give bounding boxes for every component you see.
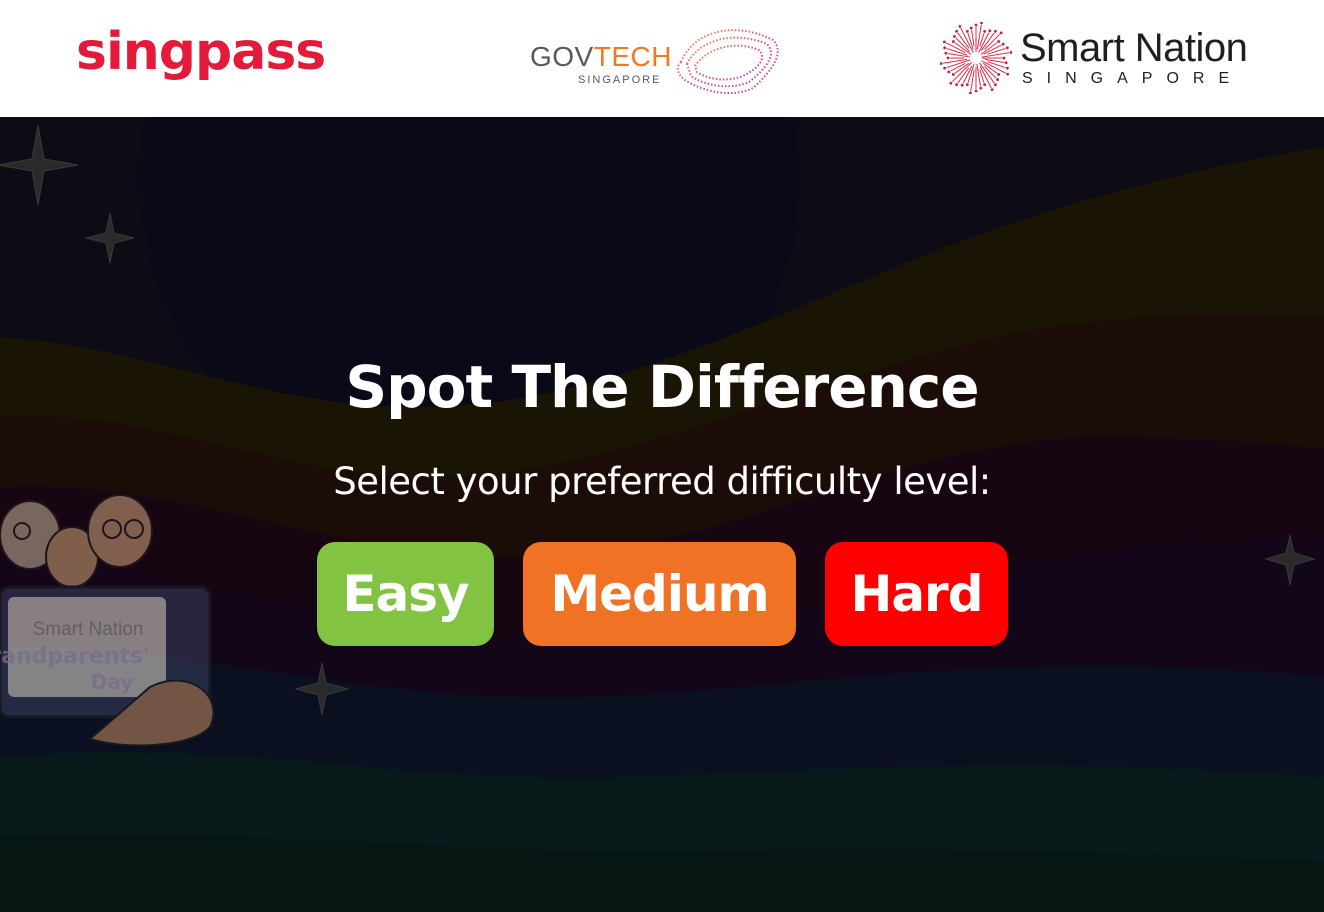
- burst-dot: [946, 56, 950, 60]
- medium-button[interactable]: Medium: [523, 542, 796, 646]
- burst-dot: [947, 70, 951, 74]
- singpass-logo[interactable]: singpass: [76, 22, 326, 82]
- govtech-logo[interactable]: GOVTECH SINGAPORE: [528, 22, 788, 98]
- smartnation-subtitle: SINGAPORE: [1022, 70, 1244, 87]
- burst-dot: [944, 51, 948, 55]
- burst-dot: [1005, 46, 1009, 50]
- burst-dot: [969, 91, 972, 94]
- govtech-swirl-icon: [676, 29, 779, 95]
- difficulty-prompt: Select your preferred difficulty level:: [333, 460, 991, 503]
- burst-dot: [955, 29, 959, 33]
- easy-button[interactable]: Easy: [317, 542, 494, 646]
- smartnation-logo[interactable]: Smart Nation SINGAPORE: [940, 22, 1270, 98]
- burst-dot: [942, 40, 946, 44]
- burst-dot: [1006, 72, 1010, 76]
- burst-dot: [955, 83, 959, 87]
- burst-dot: [990, 88, 994, 92]
- burst-dot: [965, 83, 969, 87]
- burst-dot: [969, 26, 973, 30]
- govtech-wordmark: GOVTECH: [530, 42, 672, 72]
- burst-ray: [942, 58, 968, 64]
- smartnation-title: Smart Nation: [1020, 26, 1248, 70]
- burst-dot: [980, 22, 983, 25]
- burst-dot: [943, 46, 947, 50]
- govtech-word-tech: TECH: [593, 41, 672, 72]
- burst-dot: [949, 81, 953, 85]
- burst-dot: [965, 29, 969, 33]
- burst-dot: [951, 73, 955, 76]
- burst-dot: [1004, 61, 1008, 65]
- mascot-sign-line2: randparents': [0, 644, 150, 669]
- burst-dot: [996, 78, 999, 81]
- burst-dot: [983, 83, 987, 87]
- grandparents-mascot-illustration: Smart Nation randparents' Day: [0, 494, 215, 747]
- govtech-subtitle: SINGAPORE: [578, 74, 662, 86]
- top-header-bar: singpass GOVTECH SINGAPORE Smart Nation …: [0, 0, 1324, 117]
- burst-dot: [993, 29, 997, 33]
- burst-dot: [974, 89, 978, 93]
- mascot-sign-line1: Smart Nation: [33, 619, 144, 640]
- burst-dot: [983, 29, 987, 33]
- page-title: Spot The Difference: [345, 353, 979, 421]
- burst-ray: [976, 63, 981, 87]
- mascot-sign-line3: Day: [91, 670, 134, 694]
- govtech-word-gov: GOV: [530, 41, 594, 72]
- burst-dot: [974, 23, 978, 27]
- burst-dot: [943, 66, 947, 70]
- burst-dot: [999, 31, 1003, 35]
- burst-ray: [971, 29, 975, 47]
- burst-dot: [953, 35, 956, 38]
- burst-dot: [951, 40, 955, 43]
- burst-dot: [993, 83, 997, 87]
- burst-dot: [997, 40, 1001, 43]
- burst-dot: [988, 29, 992, 33]
- burst-dot: [960, 83, 964, 87]
- burst-dot: [1002, 56, 1006, 60]
- burst-dot: [1005, 66, 1009, 70]
- burst-dot: [979, 86, 983, 90]
- burst-dot: [958, 24, 962, 28]
- burst-dot: [1009, 51, 1012, 54]
- burst-ray: [976, 24, 982, 50]
- game-stage: Smart Nation randparents' Day Spot The D…: [0, 117, 1324, 912]
- burst-dot: [997, 73, 1001, 76]
- burst-dot: [940, 62, 943, 65]
- burst-dot: [1001, 42, 1005, 46]
- hard-button[interactable]: Hard: [825, 542, 1008, 646]
- smartnation-burst-icon: [940, 22, 1012, 94]
